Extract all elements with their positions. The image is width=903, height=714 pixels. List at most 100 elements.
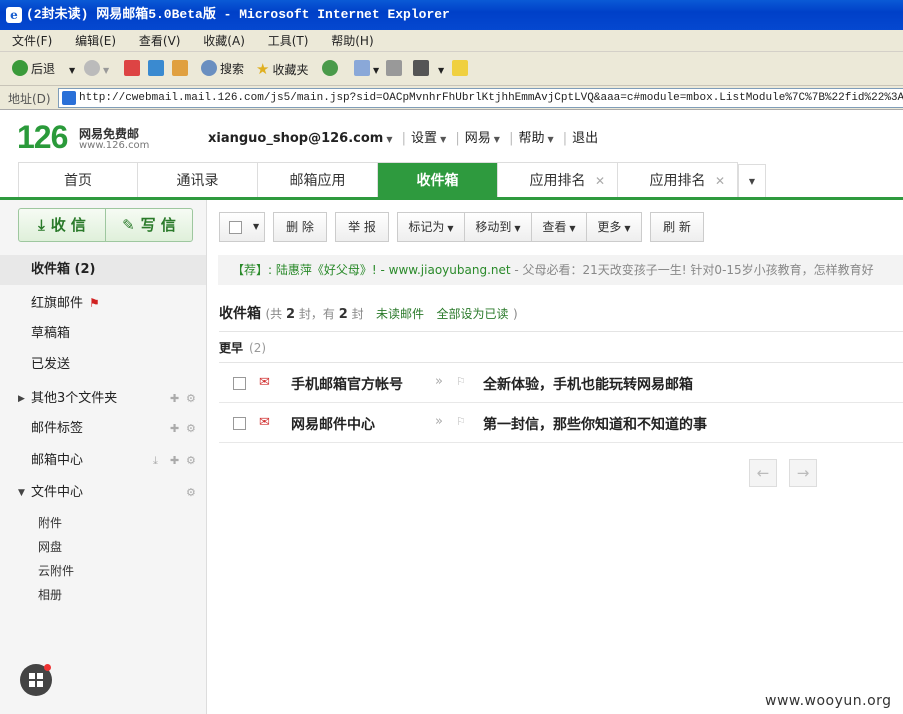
mark-as-dropdown[interactable]: 标记为 ▼ xyxy=(397,212,465,242)
tab-app-ranking-1[interactable]: 应用排名 ✕ xyxy=(498,162,618,198)
next-page-button[interactable]: → xyxy=(789,459,817,487)
media-button[interactable] xyxy=(322,60,341,78)
sidebar-item-other-folders[interactable]: ▶ 其他3个文件夹 ✚ ⚙ xyxy=(0,384,206,414)
refresh-button[interactable] xyxy=(148,60,167,78)
user-account[interactable]: xianguo_shop@126.com xyxy=(208,131,383,146)
chevron-down-icon[interactable]: ▼ xyxy=(440,135,446,144)
tab-contacts[interactable]: 通讯录 xyxy=(138,162,258,198)
row-checkbox[interactable] xyxy=(233,377,246,390)
back-button[interactable]: 后退 ▼ xyxy=(12,60,75,78)
mail-row[interactable]: ✉ 手机邮箱官方帐号 » ⚐ 全新体验，手机也能玩转网易邮箱 xyxy=(219,363,903,403)
close-icon[interactable]: ✕ xyxy=(715,163,725,199)
gear-icon[interactable]: ⚙ xyxy=(186,414,196,444)
move-to-dropdown[interactable]: 移动到 ▼ xyxy=(464,212,532,242)
double-chevron-icon: » xyxy=(435,414,443,429)
sidebar-item-file-center[interactable]: ▼ 文件中心 ⚙ xyxy=(0,478,206,508)
arrow-right-icon: → xyxy=(796,464,810,482)
notification-dot xyxy=(44,664,51,671)
tab-app-ranking-2[interactable]: 应用排名 ✕ xyxy=(618,162,738,198)
view-dropdown[interactable]: 查看 ▼ xyxy=(531,212,587,242)
total-count: 2 xyxy=(285,307,296,322)
sidebar-subitem-netdisk[interactable]: 网盘 xyxy=(38,538,62,555)
sidebar-item-drafts[interactable]: 草稿箱 xyxy=(0,319,206,349)
tabs-more-button[interactable]: ▼ xyxy=(738,164,766,198)
logo-126[interactable]: 126 xyxy=(17,120,68,154)
address-input[interactable]: http://cwebmail.mail.126.com/js5/main.js… xyxy=(58,88,903,108)
edit-icon xyxy=(413,60,429,76)
favorites-button[interactable]: ★ 收藏夹 xyxy=(256,60,308,78)
sidebar-subitem-album[interactable]: 相册 xyxy=(38,586,62,603)
stop-button[interactable] xyxy=(124,60,143,78)
tab-home[interactable]: 首页 xyxy=(18,162,138,198)
tab-mail-apps[interactable]: 邮箱应用 xyxy=(258,162,378,198)
discuss-button[interactable] xyxy=(452,60,471,78)
add-icon[interactable]: ✚ xyxy=(170,414,179,444)
gear-icon[interactable]: ⚙ xyxy=(186,478,196,508)
menu-tools[interactable]: 工具(T) xyxy=(268,34,309,48)
refresh-list-button[interactable]: 刷 新 xyxy=(650,212,704,242)
chevron-down-icon[interactable]: ▼ xyxy=(494,135,500,144)
ad-link[interactable]: 陆惠萍《好父母》! - www.jiaoyubang.net xyxy=(276,263,511,277)
mark-all-read-link[interactable]: 全部设为已读 xyxy=(437,307,509,321)
home-button[interactable] xyxy=(172,60,191,78)
group-header[interactable]: 更早 (2) xyxy=(219,339,266,356)
sidebar-item-mail-center[interactable]: 邮箱中心 ⤓ ✚ ⚙ xyxy=(0,446,206,476)
print-button[interactable] xyxy=(386,60,405,78)
menu-view[interactable]: 查看(V) xyxy=(139,34,181,48)
menu-help[interactable]: 帮助(H) xyxy=(331,34,373,48)
delete-button[interactable]: 删 除 xyxy=(273,212,327,242)
write-button[interactable]: ✎ 写 信 xyxy=(105,208,193,242)
menu-favorites[interactable]: 收藏(A) xyxy=(203,34,245,48)
more-dropdown[interactable]: 更多 ▼ xyxy=(586,212,642,242)
flag-icon[interactable]: ⚐ xyxy=(456,375,466,388)
mail-button[interactable]: ▼ xyxy=(354,60,379,78)
ad-banner[interactable]: 【荐】: 陆惠萍《好父母》! - www.jiaoyubang.net - 父母… xyxy=(218,255,903,285)
divider xyxy=(219,331,903,332)
user-header: xianguo_shop@126.com ▼ | 设置 ▼ | 网易 ▼ | 帮助 ▼ | 退出 xyxy=(208,131,599,146)
report-button[interactable]: 举 报 xyxy=(335,212,389,242)
chevron-down-icon: ▼ xyxy=(253,222,260,231)
media-icon xyxy=(322,60,338,76)
forward-arrow-icon xyxy=(84,60,100,76)
receive-button[interactable]: ⤓ 收 信 xyxy=(18,208,106,242)
sidebar-item-sent[interactable]: 已发送 xyxy=(0,350,206,380)
logout-link[interactable]: 退出 xyxy=(572,131,598,146)
browser-toolbar: 后退 ▼ ▼ 搜索 ★ 收藏夹 ▼ ▼ xyxy=(0,52,903,86)
sidebar-subitem-attachments[interactable]: 附件 xyxy=(38,514,62,531)
sidebar-item-inbox[interactable]: 收件箱 (2) xyxy=(0,255,206,285)
mail-sender: 手机邮箱官方帐号 xyxy=(291,377,403,393)
chevron-down-icon[interactable]: ▼ xyxy=(547,135,553,144)
sidebar-item-tags[interactable]: 邮件标签 ✚ ⚙ xyxy=(0,414,206,444)
mail-subject: 全新体验，手机也能玩转网易邮箱 xyxy=(483,377,693,393)
unread-mail-link[interactable]: 未读邮件 xyxy=(376,307,424,321)
netease-link[interactable]: 网易 xyxy=(465,131,491,146)
edit-button[interactable]: ▼ xyxy=(413,60,444,78)
add-icon[interactable]: ✚ xyxy=(170,384,179,414)
page-icon xyxy=(62,91,76,105)
sidebar-item-flagged[interactable]: 红旗邮件 ⚑ xyxy=(0,288,206,318)
watermark: www.wooyun.org xyxy=(765,693,892,709)
prev-page-button[interactable]: ← xyxy=(749,459,777,487)
sidebar-subitem-cloud-attachments[interactable]: 云附件 xyxy=(38,562,74,579)
settings-link[interactable]: 设置 xyxy=(411,131,437,146)
download-icon: ⤓ xyxy=(38,216,45,234)
window-title: (2封未读) 网易邮箱5.0Beta版 - Microsoft Internet… xyxy=(26,7,450,22)
chevron-down-icon[interactable]: ▼ xyxy=(386,135,392,144)
gear-icon[interactable]: ⚙ xyxy=(186,446,196,476)
close-icon[interactable]: ✕ xyxy=(595,163,605,199)
add-icon[interactable]: ✚ xyxy=(170,446,179,476)
flag-icon[interactable]: ⚐ xyxy=(456,415,466,428)
help-link[interactable]: 帮助 xyxy=(518,131,544,146)
home-icon xyxy=(172,60,188,76)
select-all-dropdown[interactable]: ▼ xyxy=(219,212,265,242)
menu-file[interactable]: 文件(F) xyxy=(12,34,52,48)
tab-inbox[interactable]: 收件箱 xyxy=(378,162,498,198)
forward-button[interactable]: ▼ xyxy=(84,60,109,78)
mail-row[interactable]: ✉ 网易邮件中心 » ⚐ 第一封信，那些你知道和不知道的事 xyxy=(219,403,903,443)
download-icon[interactable]: ⤓ xyxy=(153,446,158,476)
collapse-arrow-icon: ▼ xyxy=(18,488,25,498)
menu-edit[interactable]: 编辑(E) xyxy=(75,34,116,48)
gear-icon[interactable]: ⚙ xyxy=(186,384,196,414)
row-checkbox[interactable] xyxy=(233,417,246,430)
search-button[interactable]: 搜索 xyxy=(201,60,244,78)
